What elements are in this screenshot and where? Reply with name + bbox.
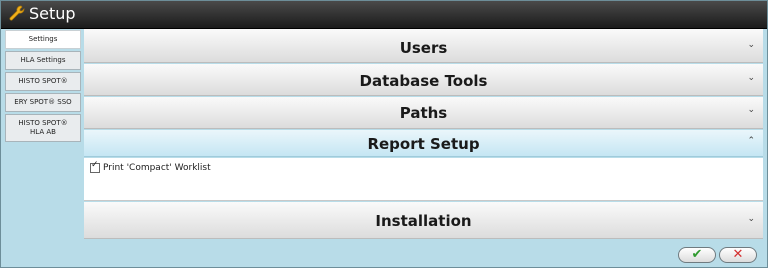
tab-histo-spot-hla-ab[interactable]: HISTO SPOT® HLA AB (5, 114, 81, 142)
section-database-tools-title: Database Tools (359, 72, 488, 90)
wrench-icon (9, 5, 25, 21)
report-setup-panel: ✓ Print 'Compact' Worklist (84, 158, 763, 201)
content-area: Users ⌄ Database Tools ⌄ Paths ⌄ Report … (84, 29, 763, 239)
chevron-up-icon: ⌃ (747, 136, 755, 146)
section-paths[interactable]: Paths ⌄ (84, 97, 763, 129)
chevron-down-icon: ⌄ (747, 105, 755, 115)
compact-worklist-option[interactable]: ✓ Print 'Compact' Worklist (90, 160, 211, 173)
checkmark-icon: ✓ (91, 160, 99, 170)
tab-settings[interactable]: Settings (5, 30, 81, 49)
section-database-tools[interactable]: Database Tools ⌄ (84, 64, 763, 96)
title-bar: Setup (1, 1, 767, 29)
tab-ery-spot-sso[interactable]: ERY SPOT® SSO (5, 93, 81, 112)
section-users-title: Users (399, 39, 448, 57)
setup-window: Setup Settings HLA Settings HISTO SPOT® … (0, 0, 768, 268)
chevron-down-icon: ⌄ (747, 73, 755, 83)
tab-hla-settings[interactable]: HLA Settings (5, 51, 81, 70)
close-icon: ✕ (732, 247, 744, 262)
settings-tabs: Settings HLA Settings HISTO SPOT® ERY SP… (5, 30, 83, 144)
section-users[interactable]: Users ⌄ (84, 29, 763, 63)
window-title: Setup (29, 4, 76, 23)
section-installation-title: Installation (375, 212, 472, 230)
chevron-down-icon: ⌄ (747, 214, 755, 224)
checkmark-icon: ✔ (691, 247, 703, 262)
section-report-setup-title: Report Setup (367, 135, 480, 153)
chevron-down-icon: ⌄ (747, 40, 755, 50)
compact-worklist-checkbox[interactable]: ✓ (90, 160, 100, 173)
tab-histo-spot[interactable]: HISTO SPOT® (5, 72, 81, 91)
section-paths-title: Paths (399, 104, 448, 122)
cancel-button[interactable]: ✕ (719, 247, 757, 263)
ok-button[interactable]: ✔ (678, 247, 716, 263)
section-installation[interactable]: Installation ⌄ (84, 202, 763, 239)
compact-worklist-label: Print 'Compact' Worklist (103, 163, 211, 173)
section-report-setup[interactable]: Report Setup ⌃ (84, 130, 763, 157)
